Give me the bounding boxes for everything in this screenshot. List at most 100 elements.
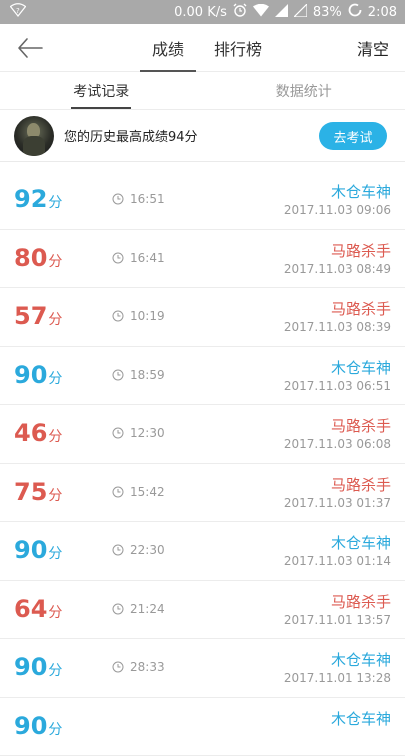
rank-title: 木仓车神 <box>331 532 391 553</box>
score-value: 57分 <box>14 302 62 330</box>
rank-title: 马路杀手 <box>331 474 391 495</box>
clock-icon <box>112 486 124 498</box>
score-unit: 分 <box>48 426 62 446</box>
record-row[interactable]: 90分 18:59 木仓车神2017.11.03 06:51 <box>0 347 405 406</box>
clock-icon <box>112 310 124 322</box>
battery-percent: 83% <box>313 5 342 20</box>
avatar <box>14 116 54 156</box>
record-row[interactable]: 90分 木仓车神 <box>0 698 405 756</box>
score-unit: 分 <box>48 602 62 622</box>
score-unit: 分 <box>48 660 62 680</box>
signal-secondary-icon <box>294 4 307 21</box>
record-row[interactable]: 46分 12:30 马路杀手2017.11.03 06:08 <box>0 405 405 464</box>
best-score-bar: 您的历史最高成绩94分 去考试 <box>0 110 405 162</box>
exam-date: 2017.11.03 01:37 <box>284 496 391 510</box>
clear-button[interactable]: 清空 <box>357 24 389 72</box>
clock-icon <box>112 544 124 556</box>
duration-text: 15:42 <box>130 485 165 499</box>
score-unit: 分 <box>48 485 62 505</box>
score-number: 90 <box>14 536 47 564</box>
duration-text: 10:19 <box>130 309 165 323</box>
record-row[interactable]: 57分 10:19 马路杀手2017.11.03 08:39 <box>0 288 405 347</box>
signal-icon <box>275 4 288 21</box>
score-value: 90分 <box>14 361 62 389</box>
duration: 16:51 <box>112 192 165 206</box>
rank-title: 木仓车神 <box>331 357 391 378</box>
exam-date: 2017.11.03 09:06 <box>284 203 391 217</box>
score-value: 90分 <box>14 653 62 681</box>
back-button[interactable] <box>16 36 44 60</box>
score-number: 90 <box>14 712 47 740</box>
clock-icon <box>112 603 124 615</box>
score-number: 75 <box>14 478 47 506</box>
battery-icon <box>348 3 362 21</box>
network-speed: 0.00 K/s <box>174 5 227 20</box>
duration-text: 18:59 <box>130 368 165 382</box>
clock-icon <box>112 193 124 205</box>
record-row[interactable]: 92分16:51木仓车神2017.11.03 09:06 <box>0 171 405 230</box>
rank-title: 木仓车神 <box>331 649 391 670</box>
score-number: 92 <box>14 185 47 213</box>
tab-ranking[interactable]: 排行榜 <box>214 24 262 72</box>
sub-tabs: 考试记录 数据统计 <box>0 72 405 110</box>
score-number: 80 <box>14 244 47 272</box>
svg-text:?: ? <box>16 7 20 15</box>
duration-text: 28:33 <box>130 660 165 674</box>
duration-text: 22:30 <box>130 543 165 557</box>
score-unit: 分 <box>48 251 62 271</box>
score-value: 64分 <box>14 595 62 623</box>
best-score-text: 您的历史最高成绩94分 <box>64 126 198 145</box>
score-unit: 分 <box>48 368 62 388</box>
wifi-icon <box>253 4 269 21</box>
clock-icon <box>112 252 124 264</box>
tab-statistics[interactable]: 数据统计 <box>203 72 405 109</box>
rank-title: 马路杀手 <box>331 240 391 261</box>
score-unit: 分 <box>48 309 62 329</box>
tab-scores[interactable]: 成绩 <box>142 24 194 72</box>
duration-text: 16:51 <box>130 192 165 206</box>
duration: 22:30 <box>112 543 165 557</box>
exam-date: 2017.11.03 06:08 <box>284 437 391 451</box>
duration-text: 12:30 <box>130 426 165 440</box>
score-value: 92分 <box>14 185 62 213</box>
rank-title: 马路杀手 <box>331 415 391 436</box>
score-number: 57 <box>14 302 47 330</box>
duration-text: 16:41 <box>130 251 165 265</box>
main-tabs: 成绩 排行榜 <box>142 24 262 72</box>
score-unit: 分 <box>48 719 62 739</box>
exam-date: 2017.11.03 08:39 <box>284 320 391 334</box>
record-row[interactable]: 90分 28:33 木仓车神2017.11.01 13:28 <box>0 639 405 698</box>
status-bar: ? 0.00 K/s 83% 2:08 <box>0 0 405 24</box>
exam-date: 2017.11.03 01:14 <box>284 554 391 568</box>
duration: 16:41 <box>112 251 165 265</box>
score-value: 80分 <box>14 244 62 272</box>
score-number: 64 <box>14 595 47 623</box>
record-row[interactable]: 90分 22:30 木仓车神2017.11.03 01:14 <box>0 522 405 581</box>
exam-date: 2017.11.01 13:57 <box>284 613 391 627</box>
record-row[interactable]: 80分 16:41 马路杀手2017.11.03 08:49 <box>0 230 405 289</box>
exam-date: 2017.11.03 06:51 <box>284 379 391 393</box>
rank-title: 马路杀手 <box>331 298 391 319</box>
rank-title: 木仓车神 <box>331 708 391 729</box>
duration-text: 21:24 <box>130 602 165 616</box>
duration: 18:59 <box>112 368 165 382</box>
records-list: 92分16:51木仓车神2017.11.03 09:0680分16:41马路杀手… <box>0 171 405 756</box>
record-row[interactable]: 64分21:24马路杀手2017.11.01 13:57 <box>0 581 405 640</box>
score-number: 90 <box>14 361 47 389</box>
score-unit: 分 <box>48 543 62 563</box>
duration: 10:19 <box>112 309 165 323</box>
exam-date: 2017.11.03 08:49 <box>284 262 391 276</box>
exam-date: 2017.11.01 13:28 <box>284 671 391 685</box>
duration: 15:42 <box>112 485 165 499</box>
back-arrow-icon <box>16 36 44 60</box>
clock-icon <box>112 427 124 439</box>
tab-exam-records[interactable]: 考试记录 <box>0 72 203 109</box>
go-exam-button[interactable]: 去考试 <box>319 122 387 150</box>
score-value: 90分 <box>14 536 62 564</box>
wifi-question-icon: ? <box>10 3 26 21</box>
score-value: 46分 <box>14 419 62 447</box>
clock-icon <box>112 661 124 673</box>
app-header: 成绩 排行榜 清空 <box>0 24 405 72</box>
score-number: 90 <box>14 653 47 681</box>
record-row[interactable]: 75分 15:42 马路杀手2017.11.03 01:37 <box>0 464 405 523</box>
